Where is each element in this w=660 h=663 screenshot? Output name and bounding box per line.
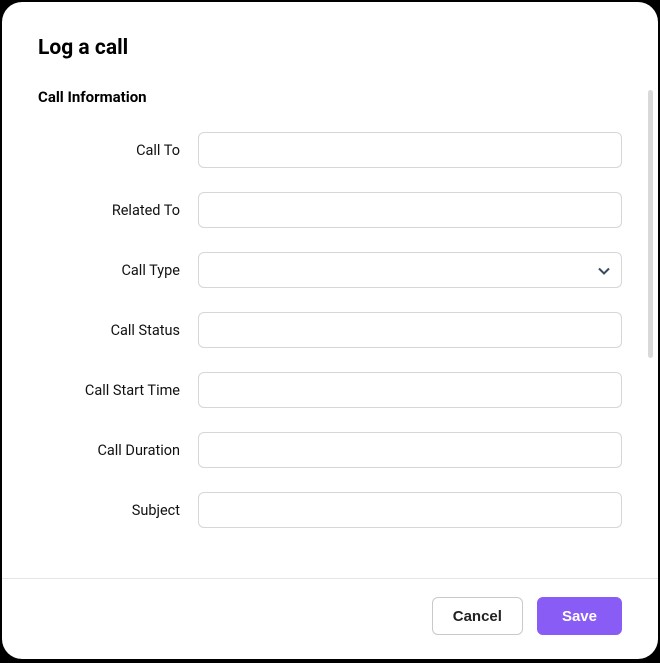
label-call-duration: Call Duration (38, 442, 198, 459)
label-call-to: Call To (38, 142, 198, 159)
log-call-modal: Log a call Call Information Call To Rela… (2, 2, 658, 659)
cancel-button[interactable]: Cancel (432, 597, 523, 635)
row-call-start-time: Call Start Time (38, 372, 622, 408)
row-call-status: Call Status (38, 312, 622, 348)
row-call-to: Call To (38, 132, 622, 168)
label-call-type: Call Type (38, 262, 198, 279)
row-call-type: Call Type (38, 252, 622, 288)
modal-title: Log a call (38, 36, 622, 60)
select-wrap-call-type (198, 252, 622, 288)
section-title: Call Information (38, 88, 622, 106)
input-subject[interactable] (198, 492, 622, 528)
label-call-start-time: Call Start Time (38, 382, 198, 399)
save-button[interactable]: Save (537, 597, 622, 635)
label-call-status: Call Status (38, 322, 198, 339)
row-call-duration: Call Duration (38, 432, 622, 468)
input-call-duration[interactable] (198, 432, 622, 468)
modal-body: Log a call Call Information Call To Rela… (2, 2, 658, 578)
input-related-to[interactable] (198, 192, 622, 228)
row-related-to: Related To (38, 192, 622, 228)
scrollbar[interactable] (648, 90, 653, 358)
modal-footer: Cancel Save (2, 578, 658, 659)
input-call-to[interactable] (198, 132, 622, 168)
row-subject: Subject (38, 492, 622, 528)
label-related-to: Related To (38, 202, 198, 219)
input-call-status[interactable] (198, 312, 622, 348)
select-call-type[interactable] (198, 252, 622, 288)
input-call-start-time[interactable] (198, 372, 622, 408)
label-subject: Subject (38, 502, 198, 519)
